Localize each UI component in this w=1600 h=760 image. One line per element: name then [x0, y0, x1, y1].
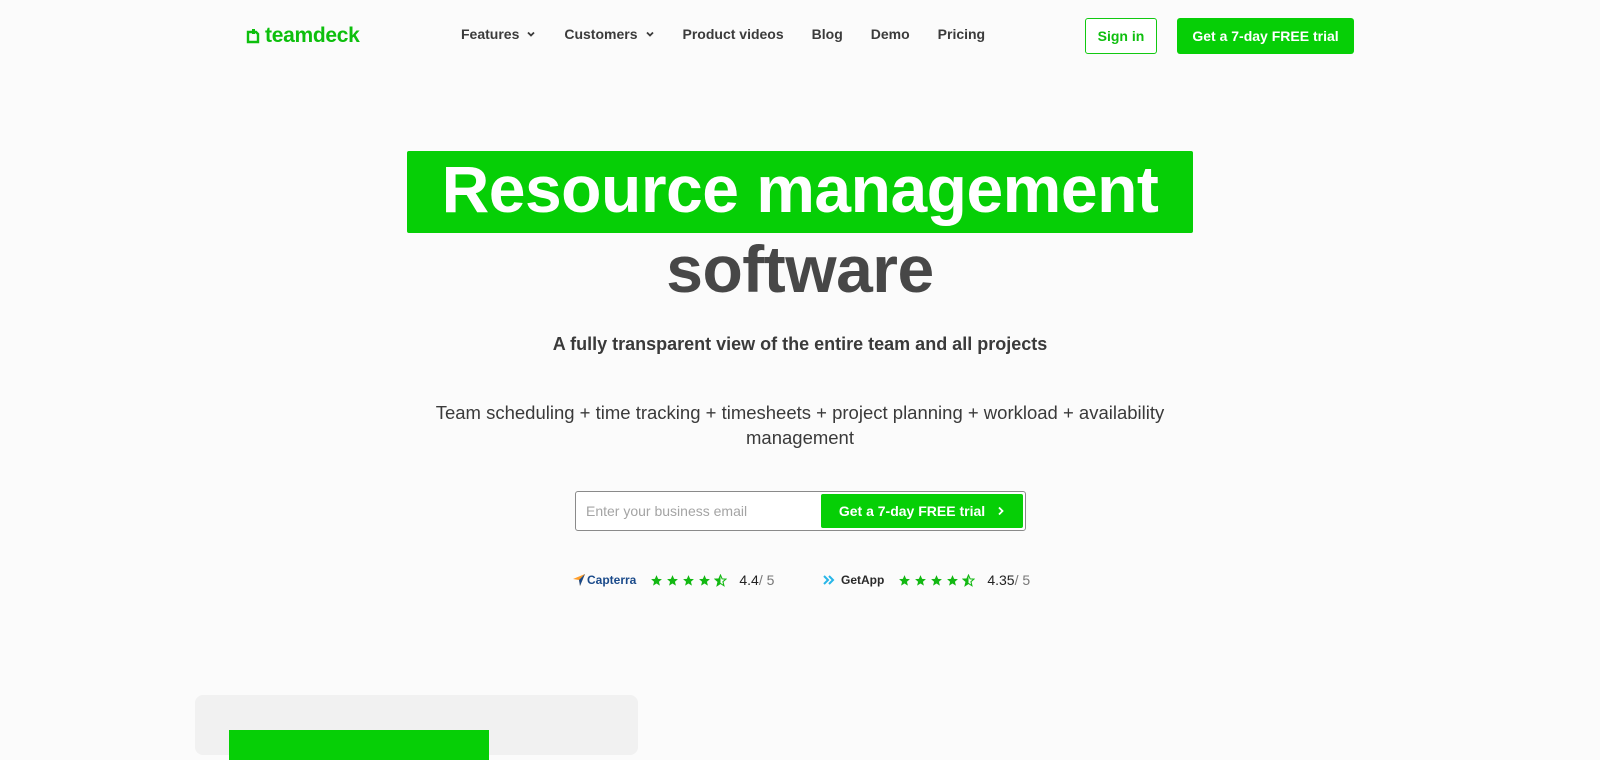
- nav-item-demo[interactable]: Demo: [871, 26, 910, 42]
- nav-item-pricing[interactable]: Pricing: [938, 26, 985, 42]
- getapp-rating[interactable]: GetApp 4.35 / 5: [823, 572, 1030, 588]
- nav-item-label: Blog: [811, 26, 843, 42]
- teamdeck-logo-icon: [245, 28, 261, 44]
- capterra-brand-text: Capterra: [587, 573, 637, 587]
- star-full-icon: [699, 574, 711, 586]
- rating-scale: / 5: [758, 572, 775, 588]
- star-rating: [650, 573, 728, 587]
- teamdeck-logo[interactable]: teamdeck: [245, 24, 360, 48]
- nav-item-customers[interactable]: Customers: [564, 26, 654, 42]
- capterra-arrow-icon: [573, 574, 585, 586]
- trial-signup-form: Get a 7-day FREE trial: [575, 491, 1026, 531]
- feature-list: Team scheduling + time tracking + timesh…: [435, 402, 1165, 448]
- star-full-icon: [899, 574, 911, 586]
- free-trial-submit-button[interactable]: Get a 7-day FREE trial: [821, 494, 1023, 528]
- star-full-icon: [667, 574, 679, 586]
- nav-item-features[interactable]: Features: [461, 26, 536, 42]
- star-full-icon: [683, 574, 695, 586]
- nav-item-label: Demo: [870, 26, 910, 42]
- star-half-icon: [962, 573, 976, 587]
- business-email-input[interactable]: [582, 495, 812, 527]
- star-full-icon: [651, 574, 663, 586]
- getapp-chevrons-icon: [823, 575, 835, 585]
- top-navigation: teamdeck Features Customers Product vide…: [0, 0, 1600, 72]
- feature-card: [195, 695, 638, 760]
- hero-subtitle: A fully transparent view of the entire t…: [552, 334, 1048, 354]
- main-menu: Features Customers Product videos Blog D…: [461, 26, 1013, 42]
- free-trial-button-header[interactable]: Get a 7-day FREE trial: [1177, 18, 1354, 54]
- rating-scale: / 5: [1014, 572, 1031, 588]
- hero-title-highlight: Resource management: [441, 152, 1159, 226]
- nav-item-label: Customers: [564, 26, 638, 42]
- submit-button-label: Get a 7-day FREE trial: [838, 503, 986, 519]
- getapp-brand-text: GetApp: [841, 573, 885, 587]
- sign-in-button[interactable]: Sign in: [1085, 18, 1157, 54]
- chevron-down-icon: [645, 31, 654, 37]
- nav-item-label: Product videos: [682, 26, 784, 42]
- rating-score: 4.35: [987, 572, 1015, 588]
- star-half-icon: [714, 573, 728, 587]
- star-full-icon: [931, 574, 943, 586]
- nav-item-blog[interactable]: Blog: [812, 26, 843, 42]
- chevron-right-icon: [998, 506, 1004, 516]
- getapp-logo: GetApp: [823, 573, 884, 587]
- capterra-logo: Capterra: [573, 573, 636, 587]
- chevron-down-icon: [527, 31, 535, 37]
- nav-item-product-videos[interactable]: Product videos: [683, 26, 784, 42]
- nav-item-label: Features: [461, 26, 520, 42]
- rating-score: 4.4: [739, 572, 759, 588]
- capterra-rating[interactable]: Capterra 4.4 / 5: [573, 572, 774, 588]
- star-full-icon: [947, 574, 959, 586]
- star-full-icon: [915, 574, 927, 586]
- card-heading-highlight: [229, 730, 489, 760]
- star-rating: [898, 573, 976, 587]
- nav-item-label: Pricing: [937, 26, 986, 42]
- logo-text: teamdeck: [265, 24, 360, 47]
- hero-title-rest: software: [666, 232, 934, 306]
